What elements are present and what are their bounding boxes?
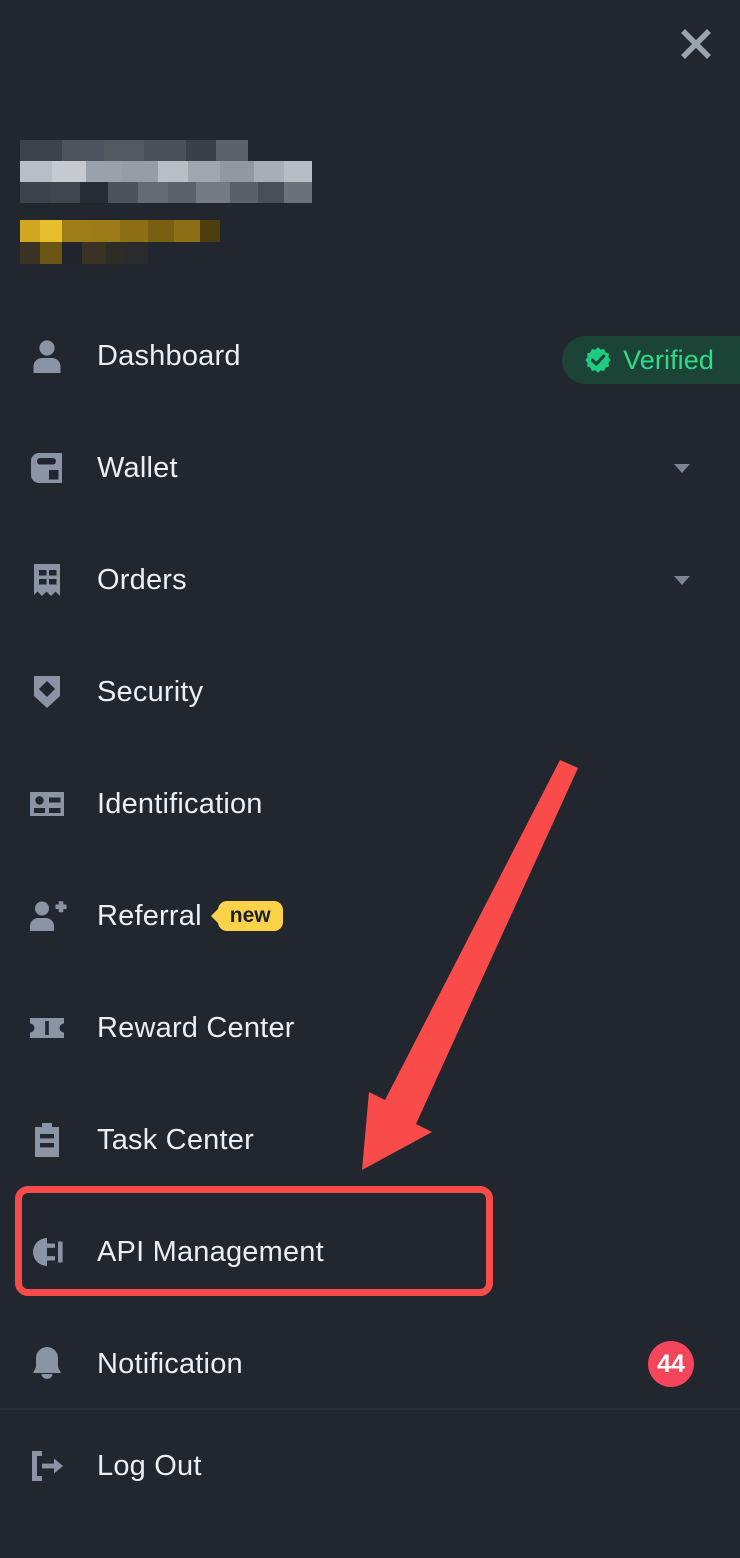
plug-icon <box>24 1229 70 1275</box>
menu-item-label: Wallet <box>97 451 178 484</box>
notification-count-badge: 44 <box>648 1341 694 1387</box>
menu-item-security[interactable]: Security <box>0 636 740 748</box>
menu-item-label: Security <box>97 675 204 708</box>
id-card-icon <box>24 781 70 827</box>
menu-item-identification[interactable]: Identification <box>0 748 740 860</box>
menu-item-label: Notification <box>97 1347 243 1380</box>
menu-item-label: Log Out <box>97 1449 202 1482</box>
new-badge: new <box>217 901 283 931</box>
wallet-icon <box>24 445 70 491</box>
logout-section: Log Out <box>0 1410 740 1522</box>
receipt-icon <box>24 557 70 603</box>
menu-item-label: API Management <box>97 1235 324 1268</box>
profile-header: Verified <box>0 128 740 384</box>
menu-item-task-center[interactable]: Task Center <box>0 1084 740 1196</box>
menu-item-reward-center[interactable]: Reward Center <box>0 972 740 1084</box>
menu-item-wallet[interactable]: Wallet <box>0 412 740 524</box>
menu-item-api-management[interactable]: API Management <box>0 1196 740 1308</box>
menu-item-label: Identification <box>97 787 263 820</box>
shield-icon <box>24 669 70 715</box>
chevron-down-icon[interactable] <box>672 570 692 590</box>
menu-item-referral[interactable]: Referral new <box>0 860 740 972</box>
close-icon <box>681 29 711 59</box>
menu-item-label: Dashboard <box>97 339 241 372</box>
person-add-icon <box>24 893 70 939</box>
person-icon <box>24 333 70 379</box>
bell-icon <box>24 1341 70 1387</box>
menu-item-notification[interactable]: Notification 44 <box>0 1308 740 1420</box>
logout-icon <box>24 1443 70 1489</box>
menu-item-label: Task Center <box>97 1123 254 1156</box>
menu-list: Dashboard Wallet Orders Security Identif… <box>0 300 740 1420</box>
menu-item-dashboard[interactable]: Dashboard <box>0 300 740 412</box>
account-menu-panel: Verified Dashboard Wallet Orders Securit… <box>0 0 740 1558</box>
menu-item-orders[interactable]: Orders <box>0 524 740 636</box>
vip-level-redacted <box>20 220 230 264</box>
menu-item-label: Reward Center <box>97 1011 295 1044</box>
ticket-icon <box>24 1005 70 1051</box>
clipboard-icon <box>24 1117 70 1163</box>
menu-item-label: Orders <box>97 563 187 596</box>
chevron-down-icon[interactable] <box>672 458 692 478</box>
menu-item-logout[interactable]: Log Out <box>0 1410 740 1522</box>
menu-item-label: Referral <box>97 899 202 932</box>
username-redacted <box>20 140 312 203</box>
close-button[interactable] <box>670 18 722 70</box>
